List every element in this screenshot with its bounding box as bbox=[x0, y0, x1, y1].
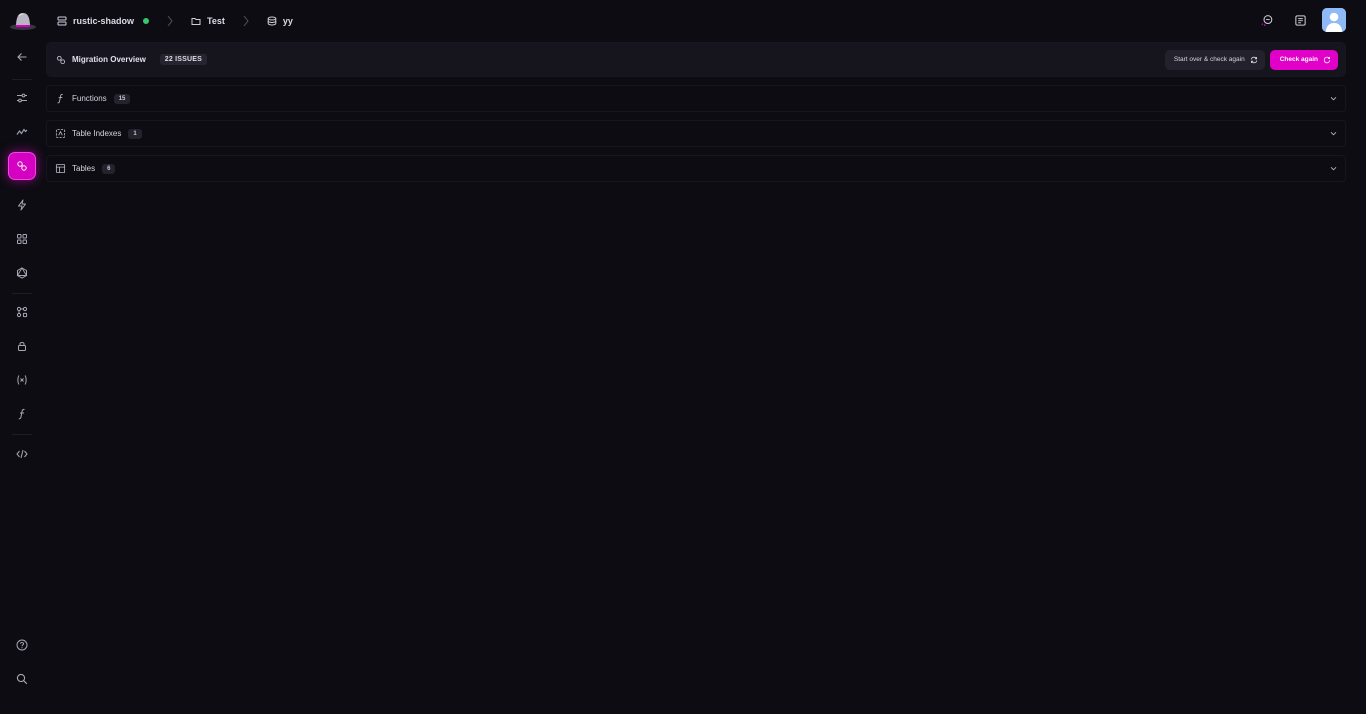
variables-icon bbox=[16, 374, 28, 386]
sidebar-item-graphql[interactable] bbox=[8, 259, 36, 287]
status-online-dot bbox=[143, 18, 150, 24]
overview-title: Migration Overview 22 ISSUES bbox=[56, 54, 208, 65]
back-button[interactable] bbox=[8, 43, 36, 71]
activity-icon bbox=[16, 126, 28, 138]
chevron-down-icon bbox=[1329, 94, 1338, 103]
project-name: rustic-shadow bbox=[73, 16, 135, 26]
start-over-label: Start over & check again bbox=[1173, 56, 1245, 63]
migration-overview-header: Migration Overview 22 ISSUES Start over … bbox=[46, 42, 1346, 77]
sidebar-item-functions[interactable] bbox=[8, 400, 36, 428]
overview-actions: Start over & check again Check again bbox=[1164, 49, 1338, 70]
grid-icon bbox=[16, 233, 28, 245]
sidebar-item-apps[interactable] bbox=[8, 225, 36, 253]
components-icon bbox=[16, 306, 28, 318]
sidebar-item-variables[interactable] bbox=[8, 366, 36, 394]
search-icon bbox=[16, 673, 28, 685]
sliders-icon bbox=[16, 92, 28, 104]
lock-icon bbox=[16, 340, 28, 352]
sidebar-item-integrations[interactable] bbox=[8, 298, 36, 326]
chevron-right-icon bbox=[158, 15, 182, 27]
help-icon bbox=[16, 639, 28, 651]
section-functions[interactable]: Functions 15 bbox=[46, 85, 1346, 112]
database-name: yy bbox=[282, 16, 293, 26]
user-avatar[interactable] bbox=[1322, 8, 1346, 32]
sidebar-divider bbox=[12, 79, 32, 80]
function-icon bbox=[55, 93, 66, 104]
section-count: 15 bbox=[113, 93, 131, 104]
ai-assistant-button[interactable] bbox=[1254, 8, 1278, 32]
chevron-right-icon bbox=[234, 15, 258, 27]
function-icon bbox=[16, 408, 28, 420]
help-button[interactable] bbox=[8, 631, 36, 659]
docs-button[interactable] bbox=[1288, 8, 1312, 32]
section-count: 6 bbox=[102, 163, 116, 174]
check-again-label: Check again bbox=[1279, 56, 1318, 63]
breadcrumb-folder[interactable]: Test bbox=[191, 16, 225, 26]
breadcrumb-database[interactable]: yy bbox=[267, 16, 293, 26]
server-icon bbox=[57, 16, 67, 26]
sidebar-divider bbox=[12, 293, 32, 294]
folder-name: Test bbox=[207, 16, 225, 26]
section-label: Functions bbox=[72, 94, 107, 103]
section-label: Tables bbox=[72, 164, 96, 173]
sidebar-item-settings[interactable] bbox=[8, 84, 36, 112]
section-table-indexes[interactable]: Table Indexes 1 bbox=[46, 120, 1346, 147]
sidebar-item-monitoring[interactable] bbox=[8, 118, 36, 146]
table-icon bbox=[55, 163, 66, 174]
chevron-down-icon bbox=[1329, 129, 1338, 138]
back-arrow-icon bbox=[16, 51, 28, 63]
section-tables[interactable]: Tables 6 bbox=[46, 155, 1346, 182]
sidebar-divider bbox=[12, 434, 32, 435]
start-over-button[interactable]: Start over & check again bbox=[1164, 49, 1265, 70]
sidebar bbox=[0, 42, 44, 714]
sidebar-item-code[interactable] bbox=[8, 440, 36, 468]
database-icon bbox=[267, 16, 277, 26]
breadcrumb: rustic-shadow Test yy bbox=[57, 12, 293, 30]
sidebar-item-functions-triggers[interactable] bbox=[8, 191, 36, 219]
main-content: Migration Overview 22 ISSUES Start over … bbox=[46, 42, 1346, 182]
refresh-icon bbox=[1323, 56, 1331, 64]
app-logo[interactable] bbox=[8, 8, 38, 32]
index-icon bbox=[55, 128, 66, 139]
breadcrumb-project[interactable]: rustic-shadow bbox=[57, 16, 150, 26]
lightning-icon bbox=[16, 199, 28, 211]
refresh-cycle-icon bbox=[1250, 56, 1258, 64]
overview-title-text: Migration Overview bbox=[72, 55, 146, 64]
migration-icon bbox=[16, 160, 28, 172]
migration-icon bbox=[56, 55, 66, 65]
top-bar: rustic-shadow Test yy bbox=[0, 0, 1366, 42]
folder-icon bbox=[191, 16, 201, 26]
sparkle-chat-icon bbox=[1260, 14, 1273, 27]
sidebar-item-permissions[interactable] bbox=[8, 332, 36, 360]
code-icon bbox=[16, 448, 28, 460]
top-right-actions bbox=[1254, 8, 1346, 32]
chevron-down-icon bbox=[1329, 164, 1338, 173]
newspaper-icon bbox=[1294, 14, 1307, 27]
section-count: 1 bbox=[128, 128, 142, 139]
section-label: Table Indexes bbox=[72, 129, 122, 138]
search-button[interactable] bbox=[8, 665, 36, 693]
issues-badge: 22 ISSUES bbox=[159, 54, 208, 65]
graphql-icon bbox=[16, 267, 28, 279]
sidebar-item-migration[interactable] bbox=[8, 152, 36, 180]
check-again-button[interactable]: Check again bbox=[1269, 49, 1338, 70]
